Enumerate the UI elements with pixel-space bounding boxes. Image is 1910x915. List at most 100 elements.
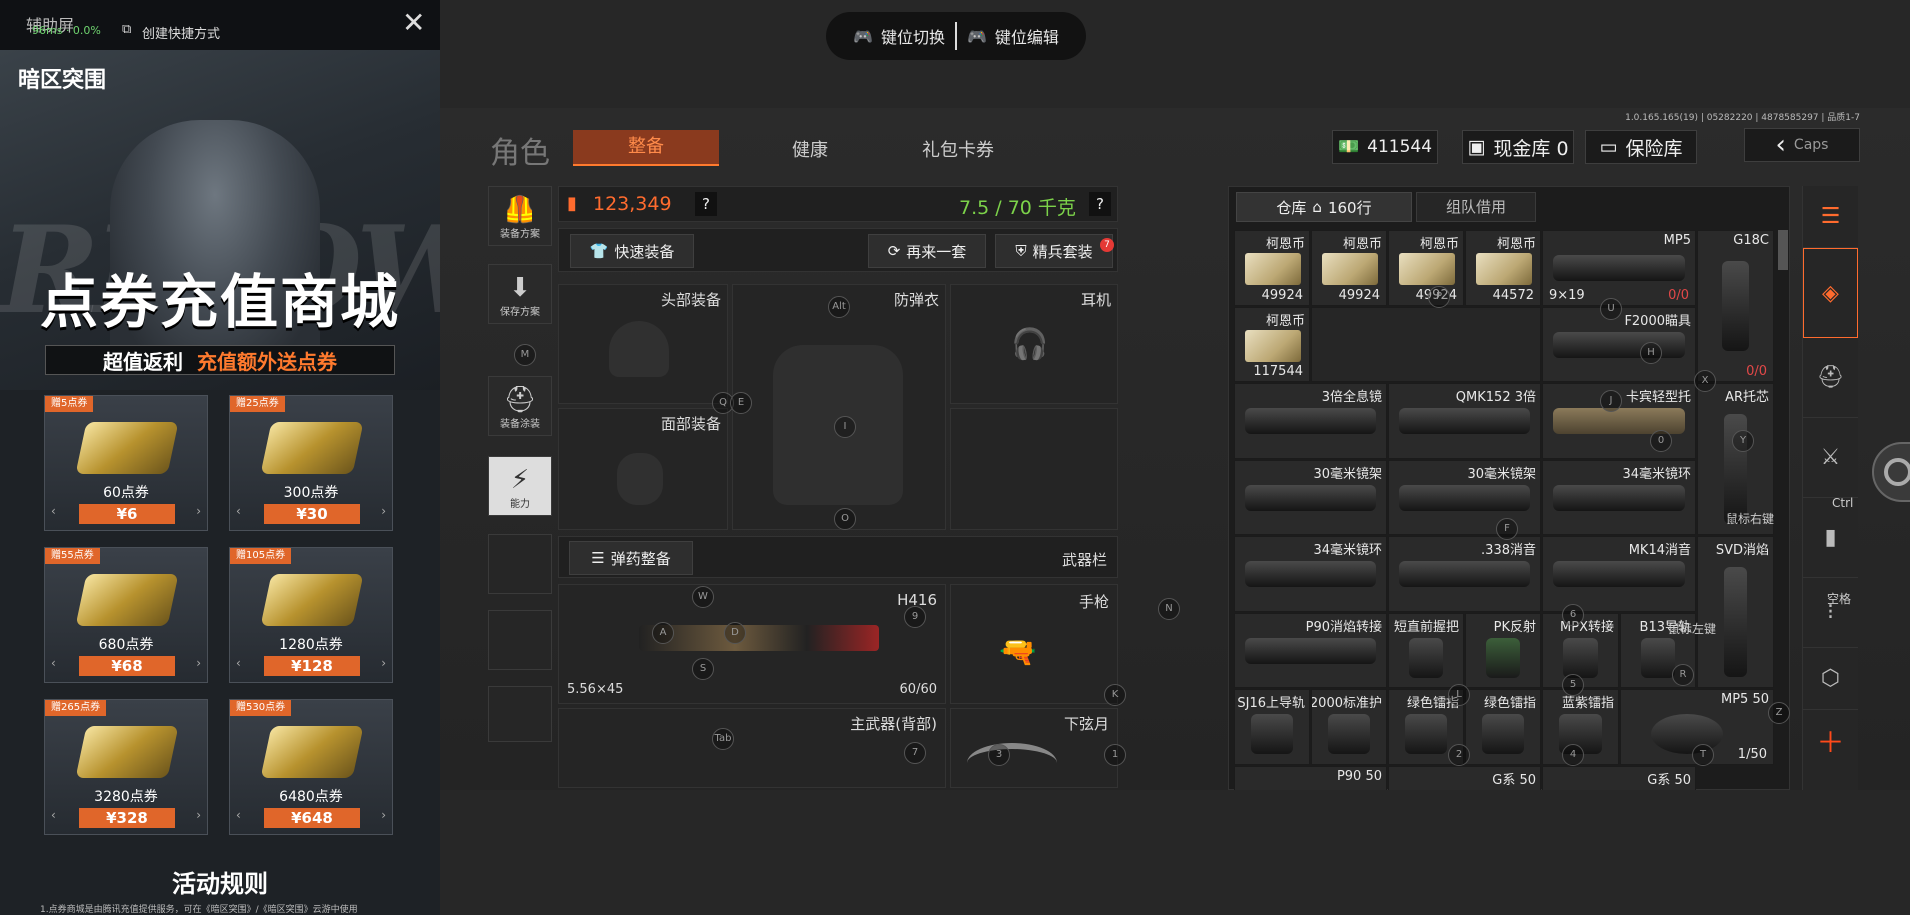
storage-item[interactable]: MP5 9×19 0/0 [1542,230,1696,306]
pack-bonus-tag: 赠530点券 [230,700,292,716]
cash-vault-button[interactable]: ▣ 现金库 0 [1462,130,1574,164]
storage-item[interactable]: G18C 0/0 [1697,230,1774,382]
quick-equip-button[interactable]: 👕 快速装备 [570,234,694,268]
storage-item[interactable]: SVD消焰 [1697,536,1774,688]
storage-item[interactable]: 30毫米镜架 [1234,460,1387,535]
storage-item[interactable]: 30毫米镜架 [1388,460,1541,535]
primary-weapon-slot[interactable]: H416 5.56×45 60/60 [558,584,946,704]
back-button[interactable]: ‹ Caps [1744,128,1860,162]
ammo-equip-button[interactable]: ☰ 弹药整备 [569,541,693,575]
storage-scrollbar[interactable] [1778,230,1788,270]
key-switch-button[interactable]: 🎮 键位切换 [853,24,945,48]
storage-item[interactable]: MK14消音 [1542,536,1696,612]
layers-icon[interactable]: ◈ [1803,248,1858,338]
pack-price[interactable]: ¥30 [264,504,360,524]
key-hint: Alt [828,296,850,318]
storage-item[interactable]: G系 50 [1388,766,1541,790]
storage-item[interactable]: 柯恩币 49924 [1311,230,1387,306]
pack-card[interactable]: 赠530点券 6480点券 ‹ ¥648 › [229,699,393,835]
equip-header: ▮ 123,349 ? 7.5 / 70 千克 ? [558,186,1118,222]
key-hint: L [1448,684,1470,706]
face-slot[interactable]: 面部装备 [558,408,728,530]
item-name: 短直前握把 [1393,620,1459,635]
storage-item[interactable]: G系 50 [1542,766,1696,790]
storage-item[interactable]: 34毫米镜环 [1542,460,1696,535]
storage-item[interactable]: P90消焰转接 [1234,613,1387,688]
ammo-icon[interactable]: ⁝ [1803,578,1858,648]
side-skin[interactable]: ⛑ 装备涂装 [488,376,552,436]
storage-item[interactable]: 柯恩币 44572 [1465,230,1541,306]
storage-item[interactable]: 3倍全息镜 [1234,383,1387,459]
back-weapon-slot[interactable]: 主武器(背部) [558,708,946,788]
stack-icon[interactable]: ☰ [1803,186,1858,248]
shirt-icon: 👕 [589,242,609,260]
head-slot[interactable]: 头部装备 [558,284,728,404]
add-icon[interactable]: ＋ [1803,710,1858,772]
close-icon[interactable]: ✕ [402,6,425,39]
storage-item[interactable]: PK反射 [1465,613,1541,688]
item-name: F2000标准护 [1312,696,1382,711]
key-hint: J [1600,390,1622,412]
tab-warehouse[interactable]: 仓库 ⌂ 160行 [1236,192,1412,222]
gold-ticket-image [75,726,179,778]
pack-card[interactable]: 赠25点券 300点券 ‹ ¥30 › [229,395,393,531]
pack-price[interactable]: ¥328 [79,808,175,828]
armor-slot[interactable]: 防弹衣 [732,284,946,530]
storage-item[interactable]: 柯恩币 49924 [1388,230,1464,306]
storage-item[interactable]: F2000标准护 [1311,689,1387,765]
headset-slot[interactable]: 耳机 🎧 [950,284,1118,404]
storage-item[interactable]: 柯恩币 117544 [1234,307,1310,382]
item-value: 117544 [1253,364,1303,379]
tab-gift[interactable]: 礼包卡券 [888,136,1028,162]
storage-item[interactable]: 绿色镭指 [1465,689,1541,765]
storage-item[interactable]: P90 50 [1234,766,1387,790]
storage-item[interactable]: 34毫米镜环 [1234,536,1387,612]
storage-item[interactable]: QMK152 3倍 [1388,383,1541,459]
key-hint: X [1694,370,1716,392]
pack-price[interactable]: ¥648 [264,808,360,828]
rifle-icon[interactable]: ⚔ [1803,418,1858,498]
tab-equip[interactable]: 整备 [573,130,719,166]
pack-card[interactable]: 赠55点券 680点券 ‹ ¥68 › [44,547,208,683]
pack-price[interactable]: ¥128 [264,656,360,676]
side-save-plan[interactable]: ⬇ 保存方案 [488,264,552,324]
ammo-equip-label: 弹药整备 [610,549,671,568]
tab-team-borrow[interactable]: 组队借用 [1416,192,1536,222]
key-edit-button[interactable]: 🎮 键位编辑 [967,24,1059,48]
side-loadout-plan[interactable]: 🦺 装备方案 [488,186,552,246]
again-button[interactable]: ⟳ 再来一套 [868,234,986,268]
space-hint: 空格 [1827,592,1852,606]
key-hint: P [1428,286,1450,308]
pack-price[interactable]: ¥6 [79,504,175,524]
safe-button[interactable]: ▭ 保险库 [1585,130,1697,164]
storage-item[interactable]: F2000瞄具 [1542,307,1696,382]
pistol-slot[interactable]: 手枪 🔫 [950,584,1118,704]
pack-card[interactable]: 赠105点券 1280点券 ‹ ¥128 › [229,547,393,683]
edge-handle[interactable] [1872,442,1910,502]
magazine-icon[interactable]: ▮ [1803,498,1858,578]
storage-item[interactable]: .338消音 [1388,536,1541,612]
elite-kit-button[interactable]: ⛨ 精兵套装 [995,234,1113,268]
item-name: 34毫米镜环 [1313,543,1382,558]
storage-item[interactable]: 柯恩币 49924 [1234,230,1310,306]
box-icon[interactable]: ⬡ [1803,648,1858,710]
cash-image [1245,330,1301,362]
pack-card[interactable]: 赠265点券 3280点券 ‹ ¥328 › [44,699,208,835]
elite-label: 精兵套装 [1032,242,1093,261]
create-shortcut-link[interactable]: 创建快捷方式 [142,23,220,42]
melee-slot[interactable]: 下弦月 [950,708,1118,788]
side-ability[interactable]: ⚡ 能力 [488,456,552,516]
weight-value: 7.5 / 70 千克 [959,197,1076,219]
pack-price[interactable]: ¥68 [79,656,175,676]
pack-card[interactable]: 赠5点券 60点券 ‹ ¥6 › [44,395,208,531]
storage-item[interactable]: SJ16上导轨 [1234,689,1310,765]
item-name: 柯恩币 [1342,237,1382,252]
helmet-icon[interactable]: ⛑ [1803,338,1858,418]
gamepad-icon: 🎮 [967,26,987,46]
help-icon[interactable]: ? [695,192,717,216]
storage-item[interactable]: 短直前握把 [1388,613,1464,688]
tab-health[interactable]: 健康 [740,136,880,162]
gold-ticket-image [260,422,364,474]
help-icon[interactable]: ? [1089,192,1111,216]
shortcut-icon[interactable]: ⧉ [122,22,131,37]
